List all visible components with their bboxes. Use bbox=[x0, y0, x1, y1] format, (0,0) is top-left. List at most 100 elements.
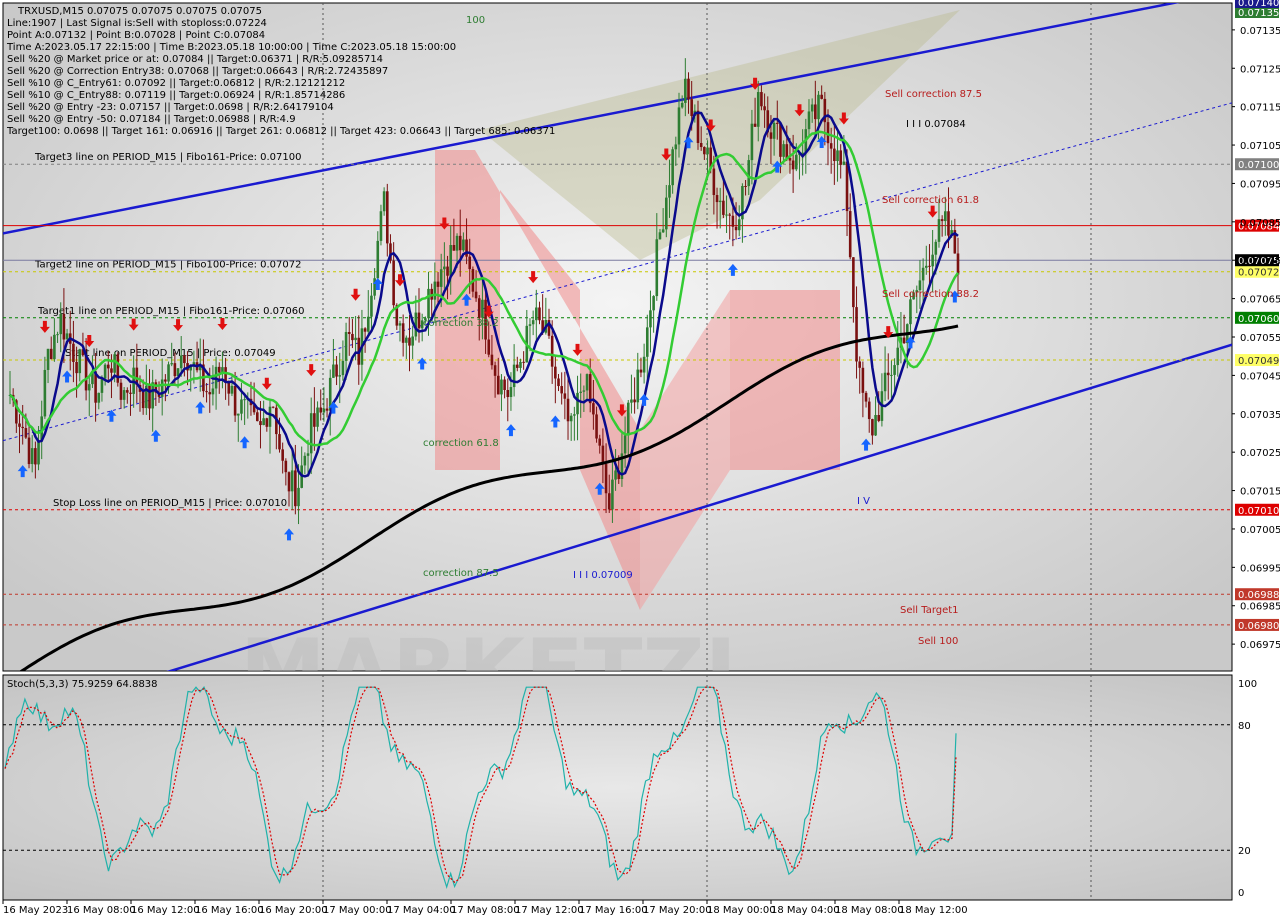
candle-body bbox=[861, 367, 865, 393]
candle-body bbox=[126, 390, 129, 393]
candle-body bbox=[303, 455, 307, 466]
candle-body bbox=[557, 378, 560, 387]
candle-body bbox=[855, 307, 858, 362]
candle-body bbox=[833, 148, 836, 162]
candle-body bbox=[772, 122, 776, 139]
candle-body bbox=[699, 142, 703, 148]
candle-body bbox=[227, 382, 231, 394]
candle-body bbox=[230, 385, 234, 394]
candle-body bbox=[500, 379, 503, 395]
candle-body bbox=[129, 392, 132, 394]
candle-body bbox=[931, 254, 934, 267]
candle-body bbox=[376, 240, 380, 279]
candle-body bbox=[392, 260, 395, 306]
y-tick-label: 0.07045 bbox=[1240, 371, 1280, 382]
info-line: Sell %10 @ C_Entry88: 0.07119 || Target:… bbox=[7, 90, 345, 101]
price-tag-text: 0.07100 bbox=[1238, 160, 1279, 171]
candle-body bbox=[290, 470, 294, 492]
candle-body bbox=[630, 399, 633, 403]
candle-body bbox=[611, 479, 614, 510]
candle-body bbox=[53, 334, 56, 360]
price-tag-text: 0.07049 bbox=[1238, 356, 1279, 367]
candle-body bbox=[566, 398, 570, 422]
candle-body bbox=[655, 239, 659, 297]
candle-body bbox=[928, 265, 931, 267]
candle-body bbox=[262, 418, 265, 426]
candle-body bbox=[319, 407, 323, 413]
candle-body bbox=[281, 449, 284, 461]
candle-body bbox=[75, 361, 78, 374]
candle-body bbox=[601, 445, 605, 465]
candle-body bbox=[550, 335, 554, 367]
candle-body bbox=[87, 384, 91, 391]
candle-body bbox=[179, 355, 183, 369]
candle-body bbox=[674, 144, 678, 150]
level-label: Stop Loss line on PERIOD_M15 | Price: 0.… bbox=[53, 498, 287, 509]
candle-body bbox=[886, 372, 890, 376]
candle-body bbox=[417, 312, 421, 329]
candle-body bbox=[687, 78, 690, 100]
y-tick-label: 0.07125 bbox=[1240, 64, 1280, 75]
candle-body bbox=[665, 197, 668, 230]
candle-body bbox=[43, 369, 47, 417]
price-tag-text: 0.06988 bbox=[1238, 590, 1279, 601]
candle-body bbox=[858, 361, 862, 368]
x-tick-label: 17 May 16:00 bbox=[579, 905, 648, 916]
candle-body bbox=[338, 375, 342, 377]
candle-body bbox=[728, 214, 732, 216]
candle-body bbox=[937, 219, 941, 242]
info-line: Sell %20 @ Correction Entry38: 0.07068 |… bbox=[7, 66, 388, 77]
candle-body bbox=[576, 392, 579, 415]
candle-body bbox=[684, 78, 687, 103]
candle-body bbox=[582, 390, 586, 392]
candle-body bbox=[671, 149, 674, 186]
candle-body bbox=[734, 226, 738, 231]
candle-body bbox=[487, 339, 491, 355]
y-tick-label: 0.07095 bbox=[1240, 179, 1280, 190]
candle-body bbox=[848, 211, 852, 258]
candle-body bbox=[652, 296, 655, 311]
candle-body bbox=[633, 399, 636, 403]
candle-body bbox=[34, 448, 37, 465]
price-tag-text: 0.07010 bbox=[1238, 506, 1279, 517]
candle-body bbox=[715, 195, 719, 203]
candle-body bbox=[37, 441, 40, 465]
candle-body bbox=[122, 390, 126, 400]
annotation-sell-100: Sell 100 bbox=[918, 636, 958, 647]
x-tick-label: 16 May 08:00 bbox=[67, 905, 136, 916]
candle-body bbox=[496, 375, 500, 395]
candle-body bbox=[535, 307, 538, 321]
candle-body bbox=[385, 191, 389, 244]
candle-body bbox=[297, 487, 300, 507]
candle-body bbox=[623, 435, 627, 454]
candle-body bbox=[703, 147, 706, 155]
candle-body bbox=[947, 211, 950, 236]
candle-body bbox=[78, 349, 82, 374]
candle-body bbox=[782, 144, 785, 157]
candle-body bbox=[956, 253, 960, 275]
candle-body bbox=[443, 266, 446, 270]
candle-body bbox=[411, 336, 414, 346]
annotation-100: 100 bbox=[466, 15, 485, 26]
candle-body bbox=[493, 365, 497, 376]
candle-body bbox=[522, 361, 525, 363]
candle-body bbox=[363, 328, 367, 332]
candle-body bbox=[560, 386, 563, 394]
candle-body bbox=[690, 99, 693, 116]
candle-body bbox=[639, 369, 643, 373]
candle-body bbox=[446, 266, 449, 276]
candle-body bbox=[506, 389, 510, 398]
stoch-y-tick-label: 100 bbox=[1238, 679, 1257, 690]
x-tick-label: 17 May 12:00 bbox=[515, 905, 584, 916]
candle-body bbox=[164, 379, 167, 382]
candle-body bbox=[661, 229, 665, 233]
candle-body bbox=[351, 333, 354, 341]
x-tick-label: 17 May 20:00 bbox=[643, 905, 712, 916]
candle-body bbox=[573, 414, 576, 416]
x-tick-label: 16 May 12:00 bbox=[131, 905, 200, 916]
annotation-correction-87: correction 87.5 bbox=[423, 568, 499, 579]
candle-body bbox=[503, 379, 506, 390]
candle-body bbox=[436, 281, 440, 287]
y-tick-label: 0.07035 bbox=[1240, 410, 1280, 421]
candle-body bbox=[332, 364, 335, 378]
